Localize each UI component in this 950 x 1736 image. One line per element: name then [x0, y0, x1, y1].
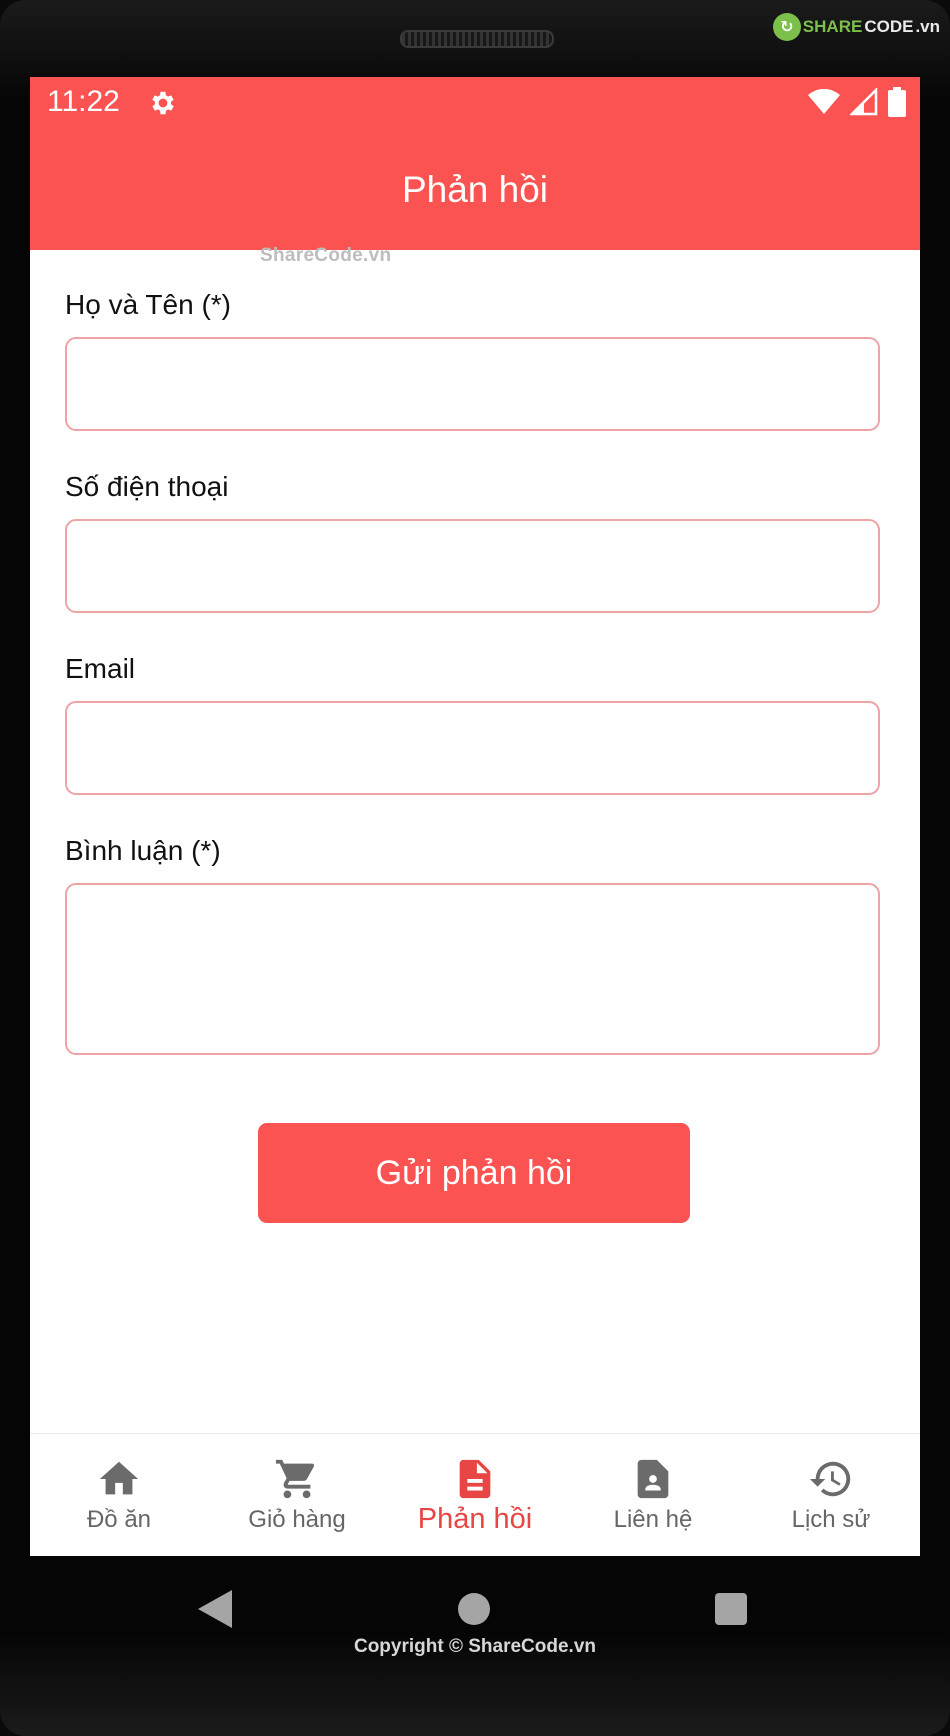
- sharecode-logo: ↻ SHARE CODE .vn: [772, 12, 940, 42]
- nav-label-feedback: Phản hồi: [417, 1503, 533, 1535]
- contact-icon: [637, 1459, 669, 1499]
- recent-apps-icon[interactable]: [715, 1593, 747, 1625]
- app-screen: 11:22 Phản hồi ShareCode.vn Họ và Tên (*…: [30, 77, 920, 1556]
- copyright-text: Copyright © ShareCode.vn: [353, 1636, 597, 1657]
- phone-input[interactable]: [65, 519, 880, 613]
- gear-icon: [152, 91, 174, 115]
- sharecode-logo-icon: ↻: [772, 13, 801, 41]
- status-bar: 11:22: [30, 77, 920, 129]
- submit-feedback-button[interactable]: Gửi phản hồi: [258, 1123, 690, 1223]
- name-input[interactable]: [65, 337, 880, 431]
- cart-icon: [275, 1459, 315, 1499]
- nav-item-food[interactable]: Đồ ăn: [30, 1434, 208, 1556]
- logo-code-text: CODE: [864, 17, 914, 36]
- logo-vn-text: .vn: [915, 17, 940, 36]
- wifi-icon: [808, 89, 840, 114]
- comment-label: Bình luận (*): [65, 835, 221, 866]
- watermark-text: ShareCode.vn: [260, 245, 392, 266]
- speaker-grille: [400, 30, 554, 48]
- nav-item-cart[interactable]: Giỏ hàng: [208, 1434, 386, 1556]
- battery-icon: [888, 87, 906, 117]
- comment-textarea[interactable]: [65, 883, 880, 1055]
- logo-share-text: SHARE: [802, 17, 863, 36]
- nav-label-cart: Giỏ hàng: [248, 1506, 346, 1533]
- document-icon: [459, 1459, 491, 1499]
- name-label: Họ và Tên (*): [65, 289, 231, 320]
- nav-label-contact: Liên hệ: [613, 1506, 693, 1533]
- back-icon[interactable]: [198, 1590, 232, 1628]
- bottom-navigation: Đồ ăn Giỏ hàng Phản hồi Liên hệ Lịch sử: [30, 1433, 920, 1556]
- history-icon: [809, 1461, 851, 1497]
- phone-label: Số điện thoại: [65, 471, 229, 502]
- phone-frame: ↻ SHARE CODE .vn 11:22 Phản hồi ShareCod…: [0, 0, 950, 1736]
- home-button-icon[interactable]: [458, 1593, 490, 1625]
- nav-item-contact[interactable]: Liên hệ: [564, 1434, 742, 1556]
- nav-label-food: Đồ ăn: [86, 1506, 152, 1533]
- status-time: 11:22: [47, 85, 120, 118]
- signal-icon: [850, 88, 878, 116]
- status-icons: [808, 87, 906, 117]
- nav-label-history: Lịch sử: [791, 1506, 871, 1533]
- nav-item-history[interactable]: Lịch sử: [742, 1434, 920, 1556]
- home-icon: [99, 1461, 139, 1495]
- app-bar: Phản hồi: [30, 129, 920, 250]
- email-input[interactable]: [65, 701, 880, 795]
- nav-item-feedback[interactable]: Phản hồi: [386, 1434, 564, 1556]
- page-title: Phản hồi: [401, 168, 549, 210]
- email-label: Email: [65, 653, 136, 684]
